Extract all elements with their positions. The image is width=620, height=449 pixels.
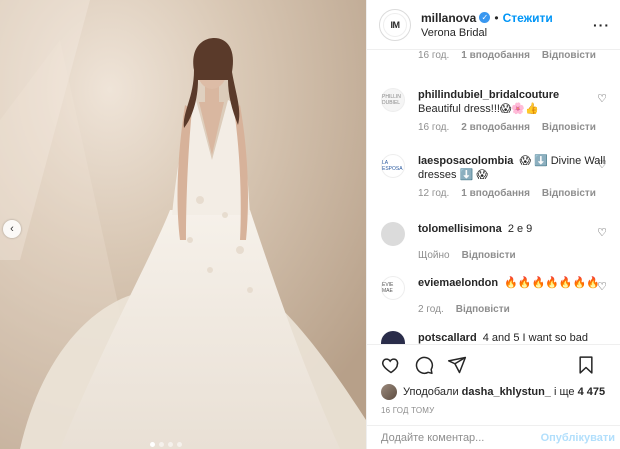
commenter-avatar[interactable]: EVIE MAE [381, 276, 405, 300]
commenter-avatar[interactable] [381, 331, 405, 344]
commenter-avatar[interactable] [381, 222, 405, 246]
likes-summary[interactable]: Уподобали dasha_khlystun_ і ще 4 475 [381, 384, 609, 400]
liker-avatar [381, 384, 397, 400]
author-line: millanova ✓ • Стежити [421, 11, 593, 25]
comment-item: potscallard 4 and 5 I want so bad [381, 331, 613, 344]
reply-button[interactable]: Відповісти [462, 250, 516, 261]
comment-meta: 12 год. 1 вподобання Відповісти [418, 188, 613, 199]
carousel-dot [150, 442, 155, 447]
comment-meta: 16 год. 2 вподобання Відповісти [418, 122, 613, 133]
follow-button[interactable]: Стежити [503, 11, 553, 25]
post-side-panel: IM millanova ✓ • Стежити Verona Bridal ·… [366, 0, 620, 449]
comment-text: 4 and 5 I want so bad [482, 332, 588, 344]
separator-dot: • [494, 10, 499, 25]
comment-icon[interactable] [414, 355, 434, 375]
post-header: IM millanova ✓ • Стежити Verona Bridal ·… [367, 0, 620, 50]
reply-button[interactable]: Відповісти [542, 50, 596, 61]
publish-button[interactable]: Опублікувати [541, 432, 615, 444]
comment-item: PHILLIN DUBIEL phillindubiel_bridalcoutu… [381, 88, 613, 133]
author-info: millanova ✓ • Стежити Verona Bridal [421, 11, 593, 39]
comment-like-heart-icon[interactable]: ♡ [597, 158, 607, 171]
comment-time: 16 год. [418, 122, 450, 133]
comment-like-heart-icon[interactable]: ♡ [597, 92, 607, 105]
action-icons-row [381, 353, 609, 377]
comment-text: 2 e 9 [507, 223, 533, 235]
likes-prefix: Уподобали [403, 386, 459, 398]
post-timestamp[interactable]: 16 год тому [381, 406, 609, 415]
likes-middle: і ще [553, 386, 575, 398]
comment-input[interactable] [381, 431, 541, 444]
author-avatar[interactable]: IM [379, 8, 411, 41]
comment-username[interactable]: laesposacolombia [418, 155, 513, 167]
carousel-prev-button[interactable]: ‹ [3, 220, 21, 238]
post-photo[interactable]: ‹ [0, 0, 366, 449]
bride-photo-illustration [0, 0, 366, 449]
comment-username[interactable]: potscallard [418, 332, 477, 344]
comment-text: 🔥🔥🔥🔥🔥🔥🔥 [504, 277, 601, 289]
commenter-avatar[interactable]: LA ESPOSA [381, 154, 405, 178]
comment-meta: 16 год. 1 вподобання Відповісти [418, 50, 613, 61]
add-comment-bar: Опублікувати [367, 425, 620, 449]
comment-text: Beautiful dress!!!😱🌸👍 [418, 103, 539, 115]
comment-time: 16 год. [418, 50, 450, 61]
carousel-dot [177, 442, 182, 447]
comment-username[interactable]: tolomellisimona [418, 223, 502, 235]
comment-text-block: eviemaelondon 🔥🔥🔥🔥🔥🔥🔥 [418, 276, 613, 300]
liker-username[interactable]: dasha_khlystun_ [462, 386, 551, 398]
heart-icon[interactable] [381, 355, 401, 375]
comment-time: Щойно [418, 250, 450, 261]
comment-like-heart-icon[interactable]: ♡ [597, 226, 607, 239]
paper-plane-icon[interactable] [447, 355, 467, 375]
comment-time: 12 год. [418, 188, 450, 199]
comment-likes[interactable]: 1 вподобання [461, 188, 530, 199]
comment-meta: 2 год. Відповісти [418, 304, 613, 315]
comment-item: 16 год. 1 вподобання Відповісти [381, 50, 613, 61]
post-location[interactable]: Verona Bridal [421, 27, 593, 39]
author-username[interactable]: millanova [421, 11, 476, 25]
comment-username[interactable]: phillindubiel_bridalcouture [418, 89, 559, 101]
comments-list[interactable]: 16 год. 1 вподобання Відповісти PHILLIN … [367, 50, 620, 344]
chevron-left-icon: ‹ [10, 223, 14, 235]
comment-likes[interactable]: 1 вподобання [461, 50, 530, 61]
comment-item: LA ESPOSA laesposacolombia 😱 ⬇️ Divine W… [381, 154, 613, 199]
post-actions: Уподобали dasha_khlystun_ і ще 4 475 16 … [367, 344, 620, 415]
comment-like-heart-icon[interactable]: ♡ [597, 280, 607, 293]
avatar-logo: IM [383, 12, 407, 37]
comment-username[interactable]: eviemaelondon [418, 277, 498, 289]
reply-button[interactable]: Відповісти [542, 122, 596, 133]
comment-time: 2 год. [418, 304, 444, 315]
carousel-dots [150, 442, 182, 447]
ellipsis-icon[interactable]: ··· [593, 17, 610, 33]
reply-button[interactable]: Відповісти [456, 304, 510, 315]
reply-button[interactable]: Відповісти [542, 188, 596, 199]
likes-count[interactable]: 4 475 [578, 386, 606, 398]
carousel-dot [159, 442, 164, 447]
comment-text-block: tolomellisimona 2 e 9 [418, 222, 613, 246]
comment-text-block: laesposacolombia 😱 ⬇️ Divine Wall dresse… [418, 154, 613, 182]
comment-meta: Щойно Відповісти [418, 250, 613, 261]
verified-badge-icon: ✓ [479, 12, 491, 23]
comment-text-block: potscallard 4 and 5 I want so bad [418, 331, 613, 344]
bookmark-icon[interactable] [576, 355, 596, 375]
comment-likes[interactable]: 2 вподобання [461, 122, 530, 133]
carousel-dot [168, 442, 173, 447]
comment-item: EVIE MAE eviemaelondon 🔥🔥🔥🔥🔥🔥🔥 2 год. Ві… [381, 276, 613, 315]
comment-text-block: phillindubiel_bridalcouture Beautiful dr… [418, 88, 613, 116]
comment-item: tolomellisimona 2 e 9 Щойно Відповісти ♡ [381, 222, 613, 261]
commenter-avatar[interactable]: PHILLIN DUBIEL [381, 88, 405, 112]
